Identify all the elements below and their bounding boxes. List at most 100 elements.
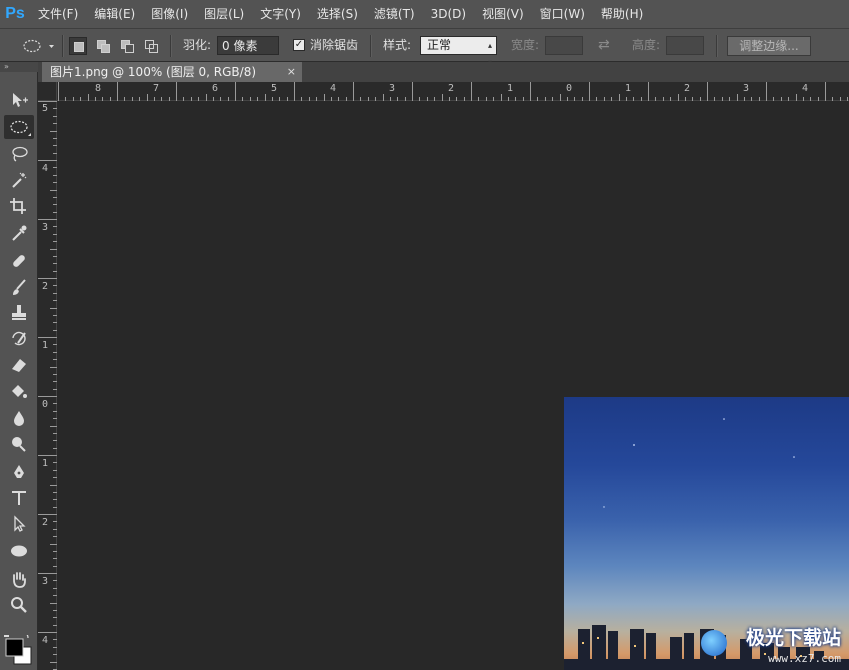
blur-tool[interactable]: [4, 406, 34, 430]
ruler-label: 8: [95, 83, 102, 94]
options-bar: 羽化: 0 像素 ✓ 消除锯齿 样式: 正常 ▴▾ 宽度: ⇄ 高度: 调整边缘…: [0, 28, 849, 67]
style-select[interactable]: 正常 ▴▾: [420, 36, 497, 67]
dodge-tool[interactable]: [4, 432, 34, 456]
ruler-label: 2: [448, 83, 455, 94]
menu-view[interactable]: 视图(V): [474, 0, 532, 28]
intersect-selection-button[interactable]: [142, 37, 160, 55]
move-icon: [13, 93, 28, 107]
menu-file[interactable]: 文件(F): [30, 0, 86, 28]
tool-preset-picker[interactable]: [16, 37, 56, 55]
water-drop-icon: [14, 411, 24, 426]
close-icon[interactable]: ×: [287, 62, 296, 82]
menu-bar: Ps 文件(F) 编辑(E) 图像(I) 图层(L) 文字(Y) 选择(S) 滤…: [0, 0, 849, 28]
ruler-label: 0: [42, 399, 49, 410]
elliptical-marquee-tool[interactable]: [4, 115, 34, 139]
width-input[interactable]: [545, 36, 583, 55]
foreground-color-swatch[interactable]: [5, 638, 24, 657]
menu-window[interactable]: 窗口(W): [532, 0, 593, 28]
menu-type[interactable]: 文字(Y): [252, 0, 309, 28]
divider: [170, 35, 172, 57]
brush-tool[interactable]: [4, 275, 34, 299]
ruler-label: 4: [42, 163, 49, 174]
eraser-icon: [12, 359, 26, 372]
magic-wand-tool[interactable]: [4, 168, 34, 192]
ruler-label: 3: [743, 83, 750, 94]
ellipse-marquee-icon: [10, 120, 28, 134]
bandage-icon: [13, 255, 25, 267]
antialias-checkbox[interactable]: ✓: [293, 39, 305, 51]
lasso-tool[interactable]: [4, 142, 34, 166]
hand-icon: [13, 572, 26, 588]
photoshop-logo: Ps: [5, 5, 25, 22]
watermark-logo: [701, 630, 727, 656]
zoom-tool[interactable]: [4, 593, 34, 617]
paint-bucket-tool[interactable]: [4, 380, 34, 404]
ruler-label: 7: [153, 83, 160, 94]
menu-help[interactable]: 帮助(H): [593, 0, 651, 28]
ellipse-shape-tool[interactable]: [4, 539, 34, 563]
add-to-selection-button[interactable]: [94, 37, 112, 55]
magnifier-icon: [11, 597, 27, 613]
eraser-tool[interactable]: [4, 353, 34, 377]
antialias-label: 消除锯齿: [310, 38, 359, 52]
ruler-label: 6: [212, 83, 219, 94]
watermark-url: www.xz7.com: [768, 652, 841, 665]
subtract-from-selection-button[interactable]: [118, 37, 136, 55]
crop-tool[interactable]: [4, 194, 34, 218]
ruler-label: 1: [625, 83, 632, 94]
swap-width-height-icon[interactable]: ⇄: [598, 29, 610, 61]
document-canvas[interactable]: [57, 101, 849, 670]
height-input[interactable]: [666, 36, 704, 55]
eyedropper-icon: [12, 225, 27, 241]
feather-input[interactable]: 0 像素: [217, 36, 279, 55]
new-selection-button[interactable]: [69, 37, 87, 55]
menu-select[interactable]: 选择(S): [309, 0, 366, 28]
eyedropper-tool[interactable]: [4, 221, 34, 245]
ruler-label: 4: [330, 83, 337, 94]
path-selection-tool[interactable]: [4, 512, 34, 536]
clone-stamp-tool[interactable]: [4, 301, 34, 325]
menu-filter[interactable]: 滤镜(T): [366, 0, 423, 28]
crop-icon: [10, 198, 26, 214]
type-tool[interactable]: [4, 486, 34, 510]
watermark-text: 极光下载站: [745, 627, 841, 649]
menu-3d[interactable]: 3D(D): [423, 0, 474, 28]
ruler-label: 1: [507, 83, 514, 94]
ruler-label: 1: [42, 458, 49, 469]
horizontal-ruler[interactable]: 8 7 6 5 4 3 2 1 0 1 2 3 4: [57, 82, 849, 101]
vertical-ruler[interactable]: 5 4 3 2 1 0 1 2 3 4: [38, 101, 57, 670]
style-label: 样式:: [383, 38, 412, 52]
history-brush-icon: [12, 331, 26, 346]
document-tab-title: 图片1.png @ 100% (图层 0, RGB/8): [50, 65, 257, 79]
divider: [716, 35, 718, 57]
swap-colors-icon: [22, 632, 29, 639]
ruler-label: 3: [42, 222, 49, 233]
default-colors-icon: [4, 632, 9, 637]
ruler-label: 5: [271, 83, 278, 94]
document-tab[interactable]: 图片1.png @ 100% (图层 0, RGB/8) ×: [42, 62, 302, 82]
pen-tool[interactable]: [4, 460, 34, 484]
ellipse-icon: [11, 545, 27, 557]
panel-grip[interactable]: »: [0, 62, 38, 72]
stamp-icon: [12, 305, 26, 320]
menu-edit[interactable]: 编辑(E): [86, 0, 143, 28]
history-brush-tool[interactable]: [4, 327, 34, 351]
menu-layer[interactable]: 图层(L): [196, 0, 252, 28]
menu-image[interactable]: 图像(I): [143, 0, 196, 28]
color-swatches[interactable]: [4, 632, 34, 665]
ruler-label: 4: [42, 635, 49, 646]
divider: [370, 35, 372, 57]
path-selection-icon: [14, 515, 26, 532]
move-tool[interactable]: [4, 88, 34, 112]
brush-icon: [13, 279, 26, 295]
style-select-value: 正常: [427, 38, 452, 52]
paint-bucket-icon: [12, 385, 27, 398]
width-label: 宽度:: [511, 38, 540, 52]
height-label: 高度:: [632, 38, 661, 52]
pen-icon: [14, 465, 24, 478]
ruler-origin[interactable]: [38, 82, 57, 101]
healing-brush-tool[interactable]: [4, 249, 34, 273]
ruler-label: 4: [802, 83, 809, 94]
hand-tool[interactable]: [4, 567, 34, 591]
refine-edge-button[interactable]: 调整边缘...: [727, 36, 811, 56]
